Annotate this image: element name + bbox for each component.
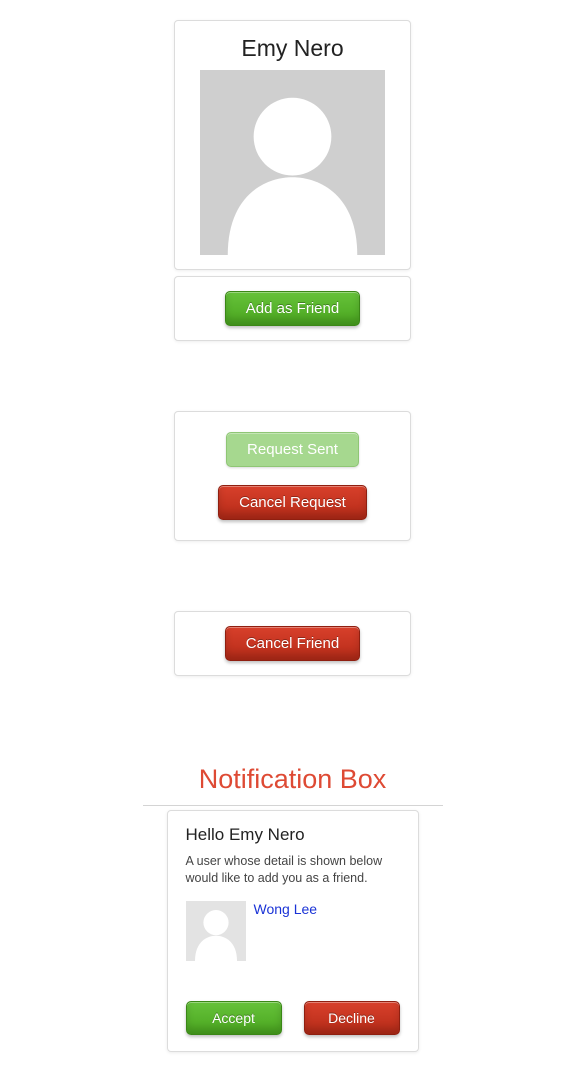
accept-button[interactable]: Accept [186, 1001, 282, 1035]
decline-button[interactable]: Decline [304, 1001, 400, 1035]
person-icon [200, 70, 385, 255]
request-sent-panel: Request Sent Cancel Request [174, 411, 411, 541]
requester-row: Wong Lee [186, 901, 400, 961]
cancel-friend-button[interactable]: Cancel Friend [225, 626, 360, 661]
cancel-request-button[interactable]: Cancel Request [218, 485, 367, 520]
profile-card: Emy Nero [174, 20, 411, 270]
profile-name: Emy Nero [241, 35, 343, 62]
requester-avatar [186, 901, 246, 961]
notification-section: Notification Box Hello Emy Nero A user w… [143, 764, 443, 1052]
add-friend-button[interactable]: Add as Friend [225, 291, 360, 326]
notification-title: Notification Box [143, 764, 443, 806]
requester-name-link[interactable]: Wong Lee [254, 901, 318, 917]
person-icon [186, 901, 246, 961]
notification-greeting: Hello Emy Nero [186, 825, 400, 845]
add-friend-panel: Add as Friend [174, 276, 411, 341]
request-sent-button: Request Sent [226, 432, 359, 467]
notification-detail: A user whose detail is shown below would… [186, 853, 400, 887]
cancel-friend-panel: Cancel Friend [174, 611, 411, 676]
notification-card: Hello Emy Nero A user whose detail is sh… [167, 810, 419, 1052]
notification-actions: Accept Decline [186, 1001, 400, 1035]
avatar [200, 70, 385, 255]
